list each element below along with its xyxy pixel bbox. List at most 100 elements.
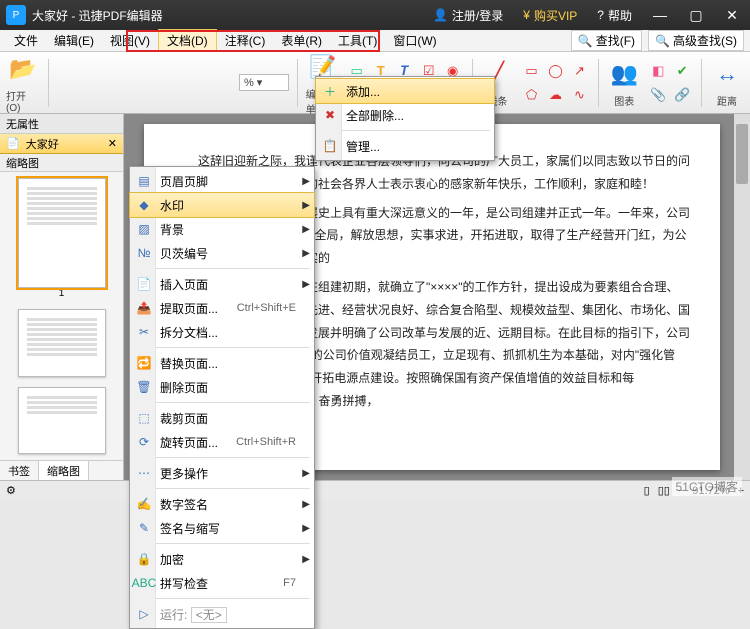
watermark-manage[interactable]: 📋管理... (316, 134, 494, 158)
stamp-icon[interactable]: ✔ (671, 60, 693, 82)
menu-extract-pages[interactable]: 📤提取页面...Ctrl+Shift+E (130, 296, 314, 320)
buy-vip-button[interactable]: ¥ 购买VIP (513, 0, 587, 30)
menu-file[interactable]: 文件 (6, 30, 46, 51)
circle-icon[interactable]: ◯ (544, 60, 566, 82)
scrollbar-thumb[interactable] (736, 124, 748, 184)
menu-run[interactable]: ▷运行: <无> (130, 602, 314, 626)
menu-edit[interactable]: 编辑(E) (46, 30, 102, 51)
submenu-arrow-icon: ▶ (302, 200, 310, 211)
curve-icon[interactable]: ∿ (568, 84, 590, 106)
menu-comment[interactable]: 注释(C) (217, 30, 274, 51)
menu-sign-initials[interactable]: ✎签名与缩写▶ (130, 516, 314, 540)
vertical-scrollbar[interactable] (734, 114, 750, 480)
thumbnails-tab[interactable]: 缩略图 (39, 461, 89, 480)
menu-bar: 文件 编辑(E) 视图(V) 文档(D) 注释(C) 表单(R) 工具(T) 窗… (0, 30, 750, 52)
menu-watermark[interactable]: ◆水印▶ (130, 193, 314, 217)
chart-icon: 👥 (607, 57, 641, 91)
submenu-arrow-icon: ▶ (302, 248, 310, 259)
signature-icon: ✍ (134, 494, 154, 514)
pdf-icon: 📄 (6, 137, 20, 150)
help-icon: ? (597, 8, 604, 22)
document-tab[interactable]: 📄 大家好 ✕ (0, 134, 123, 154)
bates-icon: № (134, 243, 154, 263)
layout-continuous-icon[interactable]: ▯▯ (658, 484, 670, 497)
menu-tools[interactable]: 工具(T) (330, 30, 385, 51)
help-button[interactable]: ? 帮助 (587, 0, 642, 30)
rect-icon[interactable]: ▭ (520, 60, 542, 82)
thumb-page-number: 1 (18, 288, 106, 299)
thumbnail-page-1[interactable] (18, 178, 106, 288)
shape-tools: ▭ ◯ ↗ ⬠ ☁ ∿ (520, 60, 590, 106)
split-icon: ✂ (134, 322, 154, 342)
bookmarks-tab[interactable]: 书签 (0, 461, 39, 480)
thumbnails-list[interactable]: 1 (0, 172, 123, 460)
menu-form[interactable]: 表单(R) (273, 30, 330, 51)
layout-single-icon[interactable]: ▯ (644, 484, 650, 497)
menu-document[interactable]: 文档(D) (158, 29, 217, 52)
chart-button[interactable]: 👥 图表 (607, 57, 641, 108)
watermark-icon: ◆ (134, 195, 154, 215)
header-footer-icon: ▤ (134, 171, 154, 191)
cloud-icon[interactable]: ☁ (544, 84, 566, 106)
delete-page-icon: 🗑 (134, 377, 154, 397)
menu-more-ops[interactable]: ⋯更多操作▶ (130, 461, 314, 485)
maximize-button[interactable]: ▢ (678, 7, 714, 24)
poly-icon[interactable]: ⬠ (520, 84, 542, 106)
watermark-remove-all[interactable]: ✖全部删除... (316, 103, 494, 127)
menu-window[interactable]: 窗口(W) (385, 30, 444, 51)
submenu-arrow-icon: ▶ (302, 468, 310, 479)
menu-crop-pages[interactable]: ⬚裁剪页面 (130, 406, 314, 430)
document-menu: ▤页眉页脚▶ ◆水印▶ ▨背景▶ №贝茨编号▶ 📄插入页面▶ 📤提取页面...C… (129, 166, 315, 629)
user-icon: 👤 (433, 8, 448, 22)
close-button[interactable]: ✕ (714, 7, 750, 24)
minimize-button[interactable]: — (642, 7, 678, 24)
crop-icon: ⬚ (134, 408, 154, 428)
find-button[interactable]: 🔍查找(F) (571, 30, 642, 51)
submenu-arrow-icon: ▶ (302, 279, 310, 290)
zoom-select[interactable]: % ▾ (239, 74, 289, 91)
coin-icon: ¥ (523, 8, 530, 22)
menu-spellcheck[interactable]: ABC拼写检查F7 (130, 571, 314, 595)
folder-open-icon: 📂 (6, 52, 40, 86)
insert-page-icon: 📄 (134, 274, 154, 294)
remove-icon: ✖ (320, 105, 340, 125)
register-login-button[interactable]: 👤 注册/登录 (423, 0, 513, 30)
menu-bates[interactable]: №贝茨编号▶ (130, 241, 314, 265)
attach-icon[interactable]: 📎 (647, 84, 669, 106)
lock-icon: 🔒 (134, 549, 154, 569)
menu-header-footer[interactable]: ▤页眉页脚▶ (130, 169, 314, 193)
menu-delete-pages[interactable]: 🗑删除页面 (130, 375, 314, 399)
menu-insert-pages[interactable]: 📄插入页面▶ (130, 272, 314, 296)
link-icon[interactable]: 🔗 (671, 84, 693, 106)
no-attribute-label: 无属性 (0, 114, 123, 134)
arrow-icon[interactable]: ↗ (568, 60, 590, 82)
open-button[interactable]: 📂 打开(O) (6, 52, 40, 114)
menu-background[interactable]: ▨背景▶ (130, 217, 314, 241)
more-icon: ⋯ (134, 463, 154, 483)
initials-icon: ✎ (134, 518, 154, 538)
status-options-icon[interactable]: ⚙ (6, 484, 16, 497)
watermark-add[interactable]: ＋添加... (316, 79, 494, 103)
submenu-arrow-icon: ▶ (302, 523, 310, 534)
blog-watermark: 51CTO博客 (672, 477, 742, 496)
menu-digital-sign[interactable]: ✍数字签名▶ (130, 492, 314, 516)
vip-label: 购买VIP (534, 7, 577, 24)
tab-close-button[interactable]: ✕ (108, 137, 117, 150)
thumbnails-header: 缩略图 (0, 154, 123, 172)
distance-button[interactable]: ↔ 距离 (710, 57, 744, 108)
menu-replace-pages[interactable]: 🔁替换页面... (130, 351, 314, 375)
menu-split-doc[interactable]: ✂拆分文档... (130, 320, 314, 344)
tab-label: 大家好 (26, 136, 59, 152)
background-icon: ▨ (134, 219, 154, 239)
watermark-submenu: ＋添加... ✖全部删除... 📋管理... (315, 76, 495, 161)
add-icon: ＋ (320, 81, 340, 101)
eraser-icon[interactable]: ◧ (647, 60, 669, 82)
menu-view[interactable]: 视图(V) (102, 30, 158, 51)
thumbnail-page-3[interactable] (18, 387, 106, 455)
extract-page-icon: 📤 (134, 298, 154, 318)
advanced-find-button[interactable]: 🔍高级查找(S) (648, 30, 744, 51)
menu-rotate-pages[interactable]: ⟳旋转页面...Ctrl+Shift+R (130, 430, 314, 454)
thumbnail-page-2[interactable] (18, 309, 106, 377)
run-icon: ▷ (134, 604, 154, 624)
menu-encrypt[interactable]: 🔒加密▶ (130, 547, 314, 571)
